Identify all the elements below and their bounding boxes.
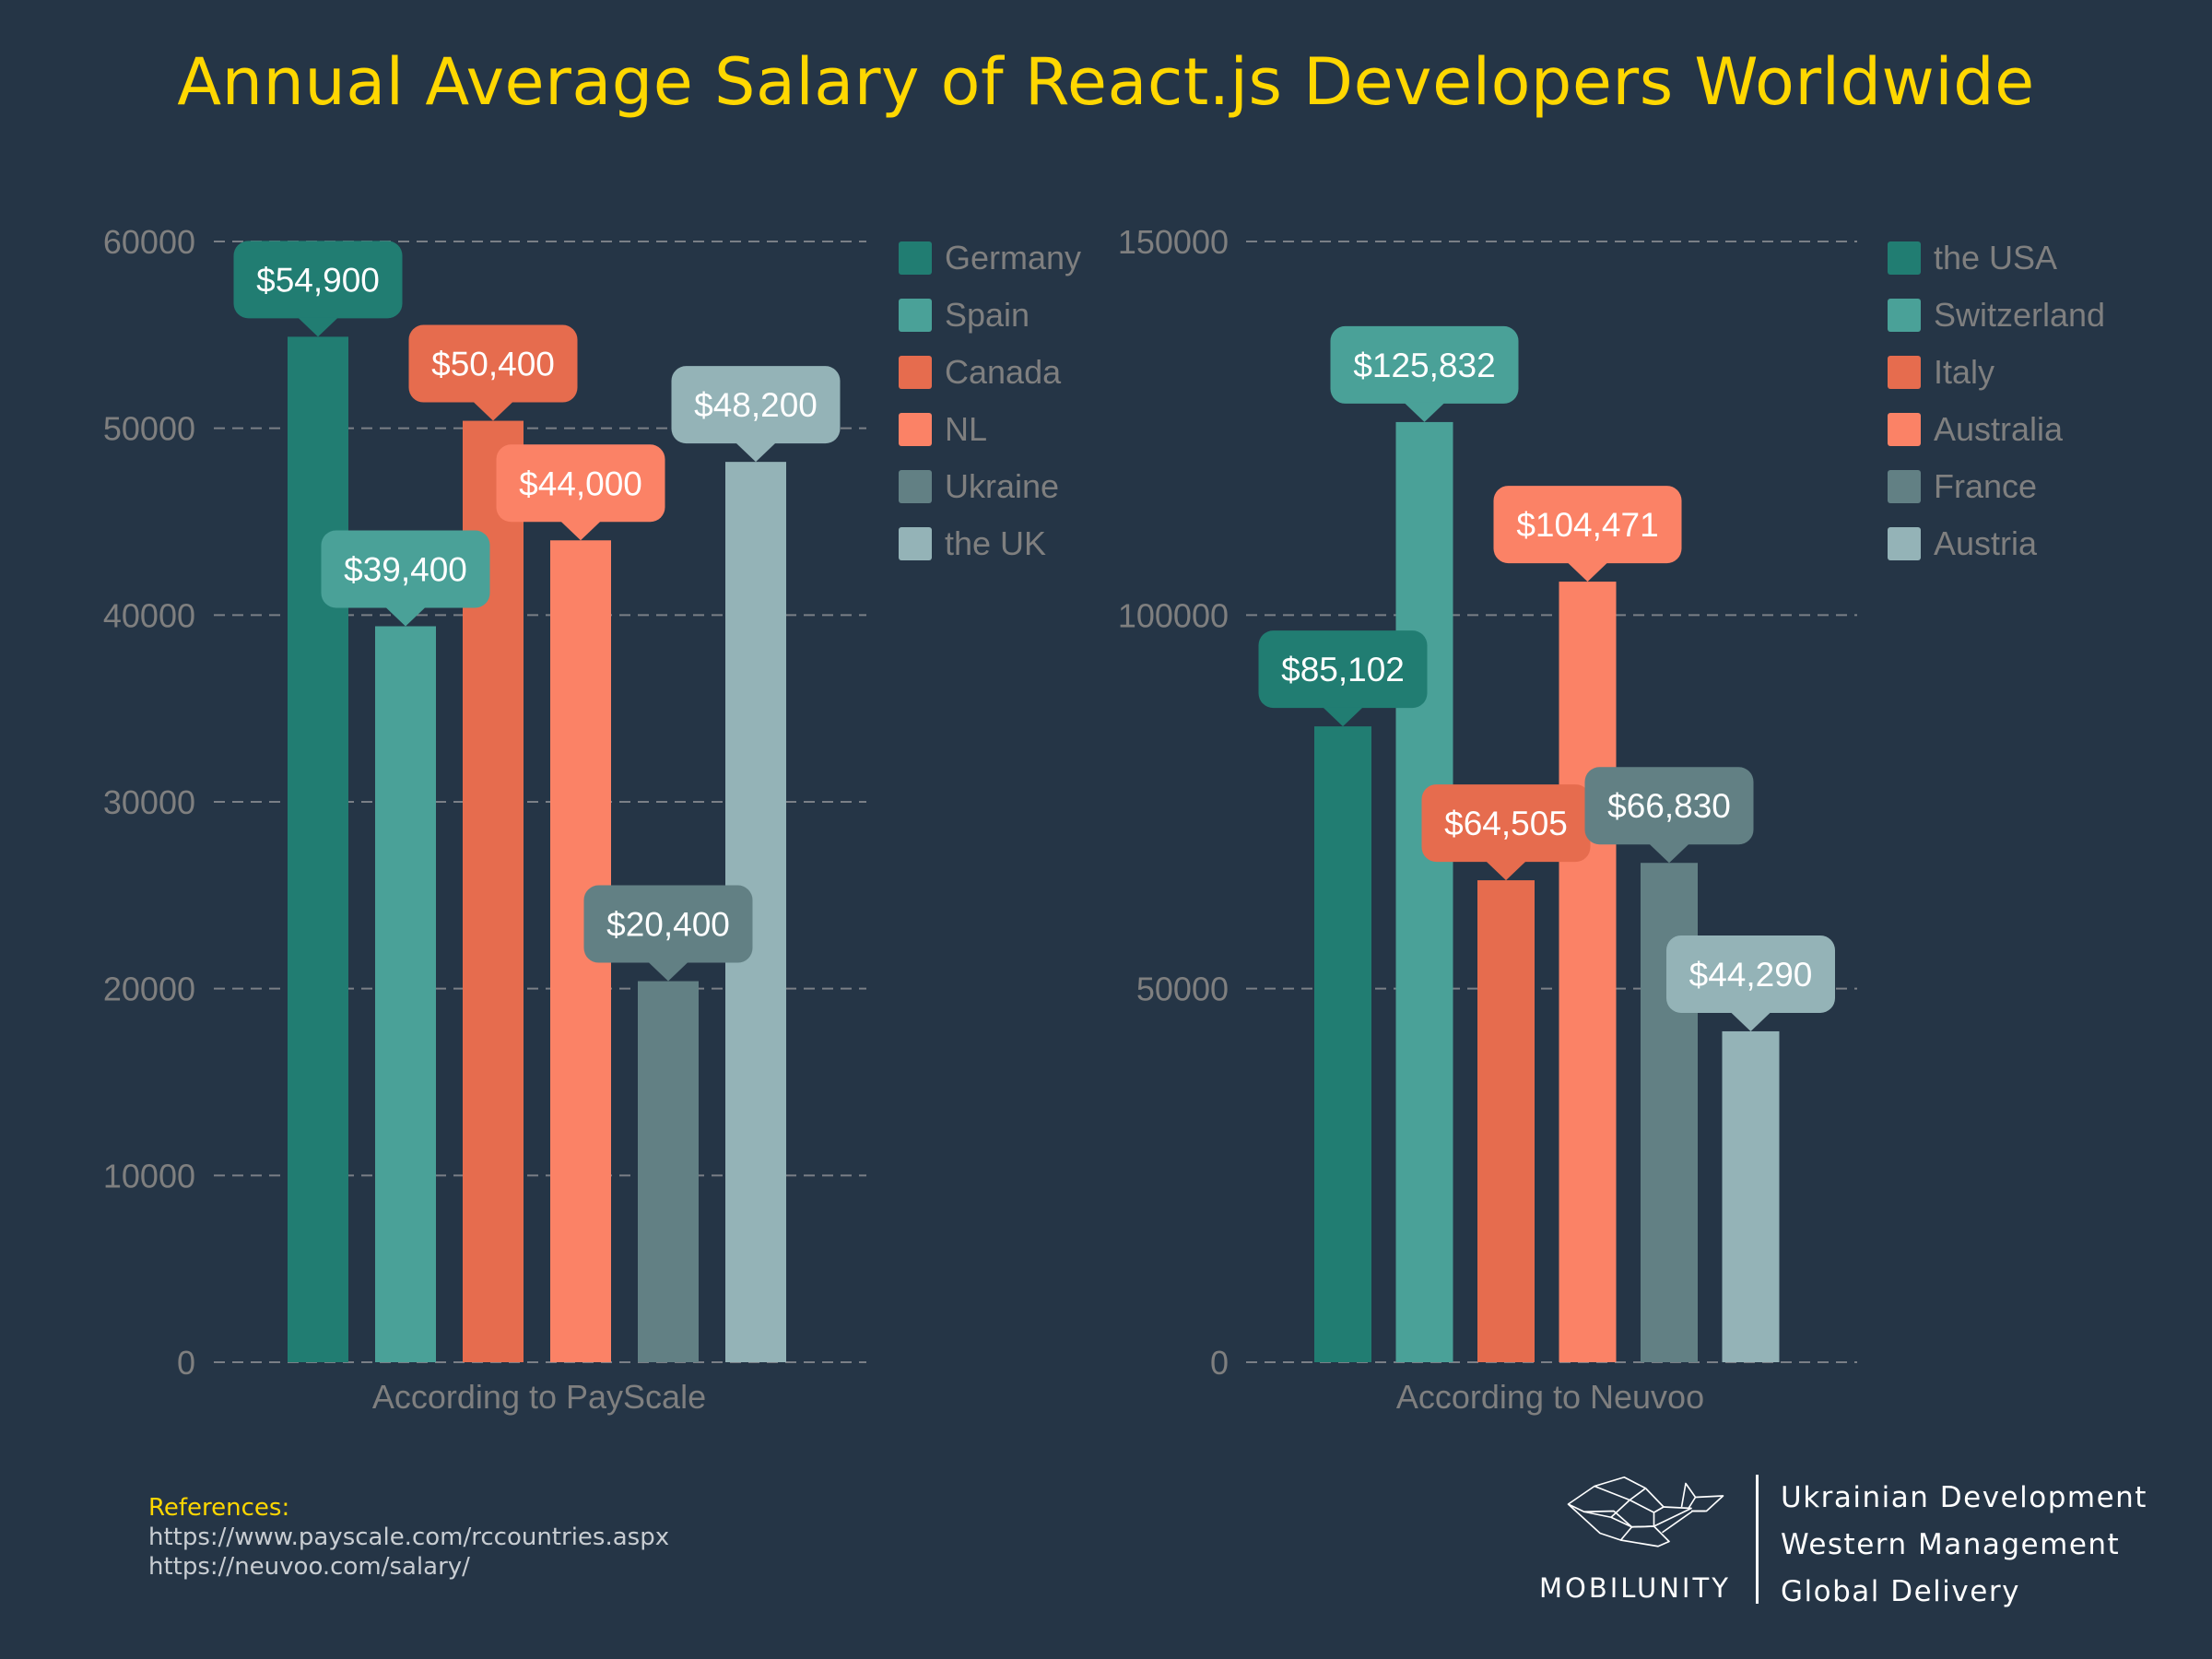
bar-the-usa: [1314, 726, 1371, 1362]
legend-label: France: [1934, 467, 2037, 505]
legend-label: NL: [945, 410, 987, 448]
y-tick-label: 10000: [103, 1157, 195, 1194]
payscale-chart: 0 10000 20000 30000 40000 50000 60000 According…: [103, 223, 1081, 1416]
callout-pointer: [1730, 1011, 1771, 1031]
data-label: $104,471: [1516, 506, 1658, 544]
tagline-development: Ukrainian Development: [1781, 1481, 2147, 1514]
data-label: $48,200: [694, 386, 818, 424]
legend-swatch: [899, 356, 932, 389]
y-tick-label: 100000: [1118, 596, 1229, 634]
legend-label: Austria: [1934, 524, 2038, 562]
legend-swatch: [1888, 241, 1921, 275]
legend-swatch: [1888, 299, 1921, 332]
tagline-delivery: Global Delivery: [1781, 1575, 2020, 1608]
bar-ukraine: [638, 981, 699, 1362]
data-label: $125,832: [1353, 347, 1495, 384]
brand-name: MOBILUNITY: [1539, 1572, 1731, 1604]
data-label-callout: $104,471: [1493, 486, 1682, 582]
references-block: References: https://www.payscale.com/rcc…: [148, 1493, 669, 1582]
legend-label: Italy: [1934, 353, 1994, 391]
legend-label: Ukraine: [945, 467, 1059, 505]
callout-pointer: [1567, 562, 1608, 582]
callout-pointer: [1649, 843, 1689, 864]
bar-austria: [1722, 1030, 1780, 1362]
legend-swatch: [899, 413, 932, 446]
whale-logo-icon: [1567, 1476, 1724, 1547]
legend-label: the UK: [945, 524, 1046, 562]
reference-link-payscale[interactable]: https://www.payscale.com/rccountries.asp…: [148, 1523, 669, 1552]
y-tick-label: 60000: [103, 223, 195, 261]
legend-label: Germany: [945, 239, 1081, 276]
legend-swatch: [1888, 470, 1921, 503]
brand-taglines: Ukrainian Development Western Management…: [1781, 1475, 2147, 1616]
legend-label: Australia: [1934, 410, 2064, 448]
y-tick-label: 50000: [1136, 971, 1229, 1008]
callout-pointer: [560, 521, 601, 541]
callout-pointer: [1404, 402, 1445, 422]
callout-pointer: [298, 317, 338, 337]
bar-switzerland: [1395, 421, 1453, 1363]
data-label-callout: $48,200: [671, 366, 841, 463]
callout-pointer: [1323, 707, 1363, 727]
legend-swatch: [1888, 413, 1921, 446]
y-tick-label: 150000: [1118, 223, 1229, 261]
data-label: $44,290: [1689, 956, 1813, 994]
y-tick-label: 20000: [103, 971, 195, 1008]
data-label: $39,400: [344, 550, 467, 588]
bar-australia: [1559, 582, 1617, 1362]
bar-spain: [375, 626, 436, 1362]
legend-swatch: [899, 299, 932, 332]
data-label-callout: $125,832: [1330, 325, 1519, 422]
data-label: $20,400: [606, 906, 730, 944]
y-tick-label: 30000: [103, 783, 195, 821]
data-label: $85,102: [1281, 651, 1405, 688]
data-label: $50,400: [431, 346, 555, 383]
charts-canvas: 0 10000 20000 30000 40000 50000 60000 According…: [103, 223, 2105, 1416]
bar-germany: [288, 336, 348, 1362]
data-label: $66,830: [1607, 787, 1731, 825]
legend-label: the USA: [1934, 239, 2057, 276]
data-label-callout: $54,900: [233, 241, 403, 337]
y-tick-label: 0: [1210, 1344, 1229, 1382]
x-axis-label: According to PayScale: [372, 1378, 706, 1416]
y-tick-label: 50000: [103, 410, 195, 448]
callout-pointer: [735, 442, 776, 463]
reference-link-neuvoo[interactable]: https://neuvoo.com/salary/: [148, 1552, 669, 1582]
legend-label: Switzerland: [1934, 296, 2105, 334]
references-heading: References:: [148, 1494, 290, 1522]
legend-swatch: [899, 470, 932, 503]
callout-pointer: [473, 401, 513, 421]
x-axis-label: According to Neuvoo: [1396, 1378, 1704, 1416]
legend-swatch: [1888, 527, 1921, 560]
data-label: $44,000: [519, 465, 642, 502]
bar-italy: [1477, 880, 1535, 1362]
legend-swatch: [1888, 356, 1921, 389]
legend-swatch: [899, 241, 932, 275]
legend-label: Canada: [945, 353, 1062, 391]
y-tick-label: 40000: [103, 596, 195, 634]
legend-swatch: [899, 527, 932, 560]
data-label-callout: $50,400: [408, 324, 578, 421]
neuvoo-chart: 0 50000 100000 150000 According to Neuvoo $85…: [1118, 223, 2105, 1416]
data-label: $54,900: [256, 261, 380, 299]
tagline-management: Western Management: [1781, 1528, 2121, 1561]
callout-pointer: [385, 606, 426, 627]
callout-pointer: [1486, 861, 1526, 881]
data-label: $64,505: [1444, 805, 1568, 842]
callout-pointer: [648, 961, 688, 982]
y-tick-label: 0: [177, 1344, 195, 1382]
legend-label: Spain: [945, 296, 1030, 334]
brand-divider: [1756, 1475, 1759, 1604]
